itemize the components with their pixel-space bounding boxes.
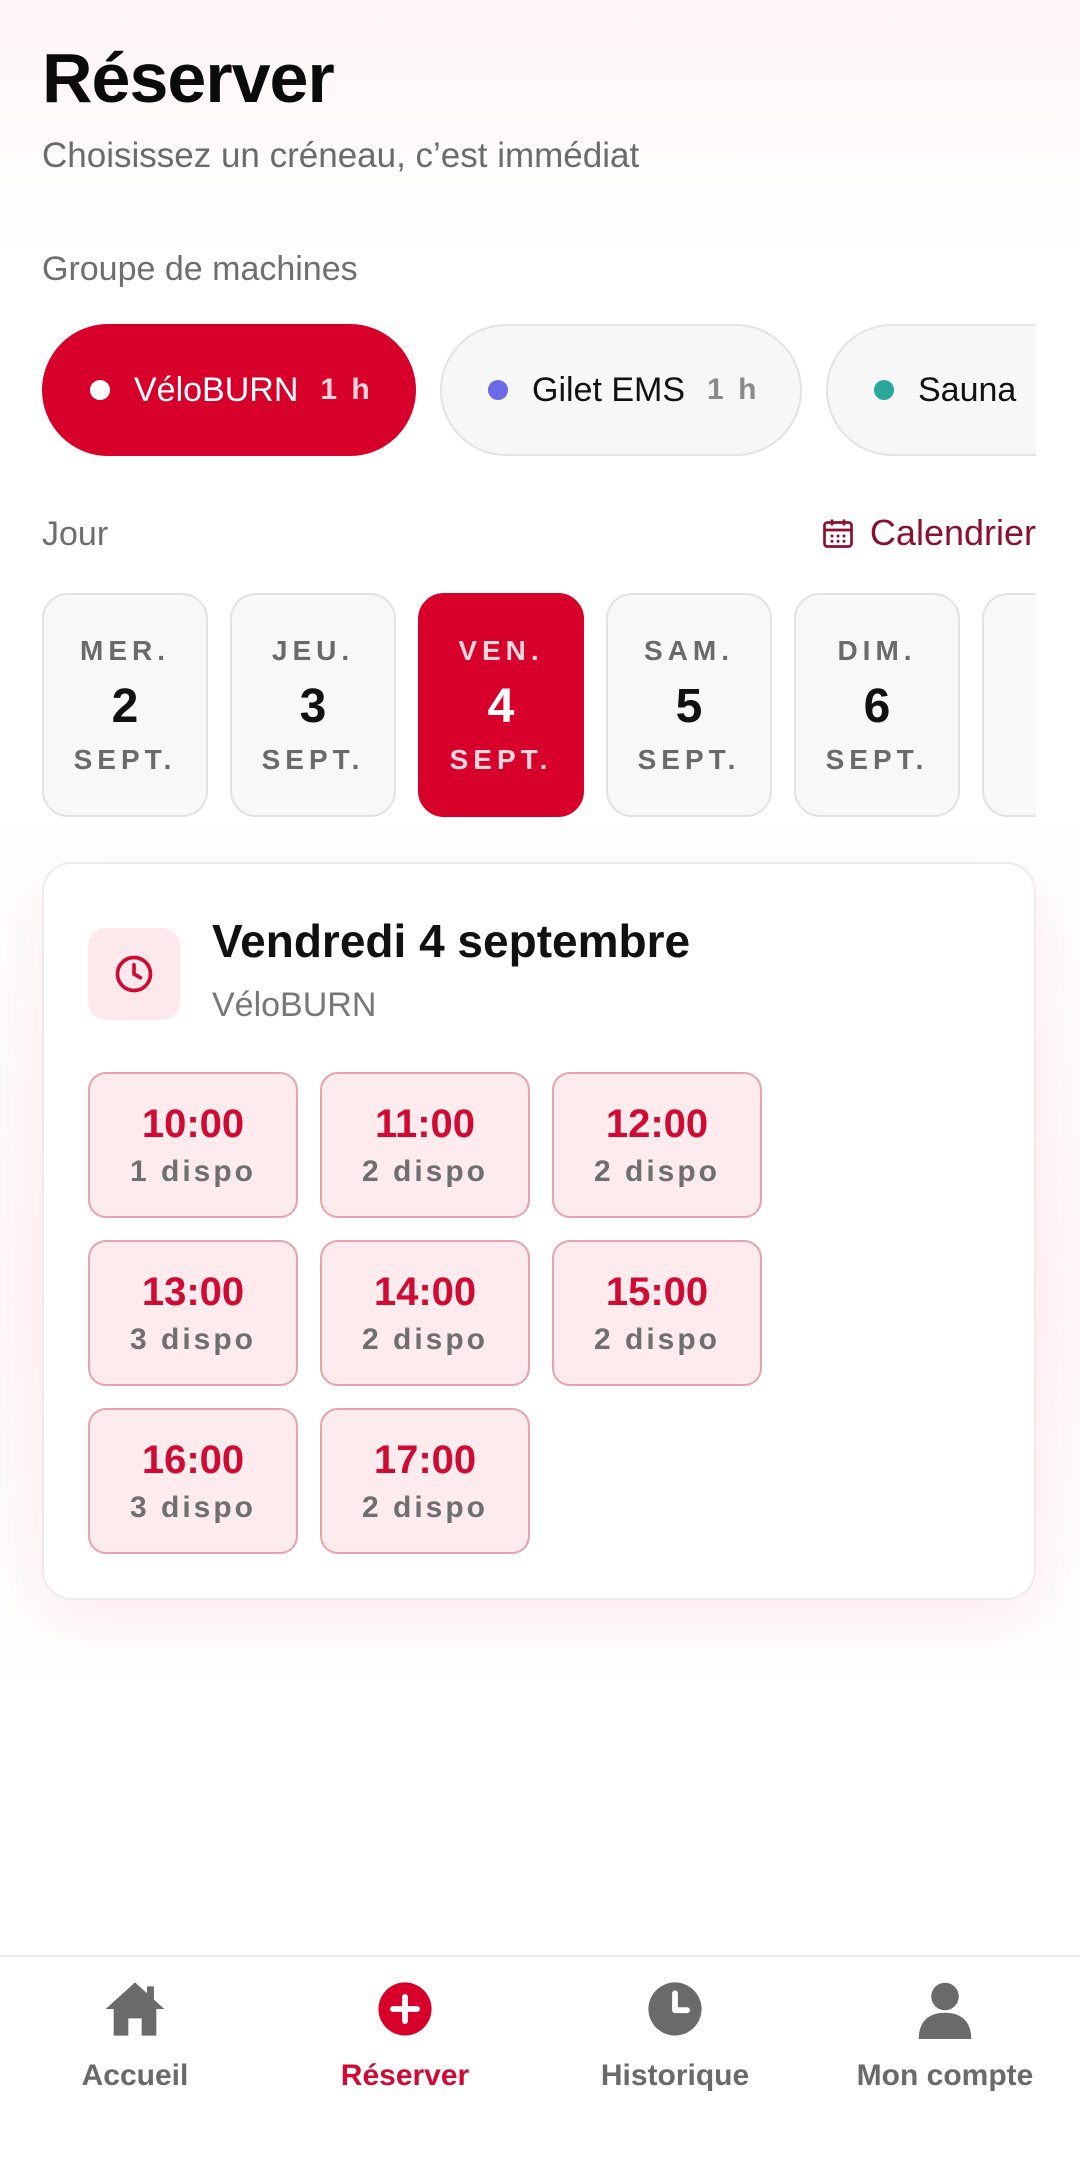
day-selector: MER. 2 SEPT. JEU. 3 SEPT. VEN. 4 SEPT. S… [42, 593, 1036, 817]
page-subtitle: Choisissez un créneau, c’est immédiat [42, 136, 640, 175]
day-label: Jour [42, 515, 109, 553]
day-month: SEPT. [637, 743, 741, 775]
day-num: 5 [675, 679, 703, 733]
day-dow: JEU. [271, 634, 355, 666]
nav-reserver[interactable]: Réserver [270, 1977, 540, 2093]
nav-label: Mon compte [856, 2059, 1034, 2092]
slot-time: 17:00 [373, 1437, 477, 1482]
slot-availability: 2 dispo [361, 1154, 488, 1188]
day-num: 2 [111, 679, 139, 733]
day-dow: VEN. [458, 634, 544, 666]
slot-time: 12:00 [605, 1101, 709, 1146]
day-thu-3[interactable]: JEU. 3 SEPT. [230, 593, 396, 817]
machines-label: Groupe de machines [42, 250, 358, 288]
card-subtitle: VéloBURN [212, 986, 377, 1024]
slot-button[interactable]: 13:00 3 dispo [88, 1240, 298, 1386]
page: Réserver Choisissez un créneau, c’est im… [0, 0, 1080, 2163]
slot-availability: 1 dispo [129, 1154, 256, 1188]
nav-accueil[interactable]: Accueil [0, 1977, 270, 2093]
slot-availability: 2 dispo [593, 1322, 720, 1356]
chip-veloburn[interactable]: VéloBURN 1 h [42, 324, 416, 456]
bottom-nav: Accueil Réserver Historique Mon compte [0, 1955, 1080, 2163]
slot-button[interactable]: 15:00 2 dispo [552, 1240, 762, 1386]
slot-availability: 2 dispo [361, 1490, 488, 1524]
chip-duration: 1 h [707, 373, 760, 406]
slot-time: 15:00 [605, 1269, 709, 1314]
day-month: SEPT. [261, 743, 365, 775]
day-mon-7[interactable]: L S [982, 593, 1036, 817]
nav-label: Accueil [81, 2059, 189, 2092]
day-month: SEPT. [73, 743, 177, 775]
dot-icon [874, 380, 894, 400]
card-title: Vendredi 4 septembre [212, 915, 691, 967]
slot-button[interactable]: 10:00 1 dispo [88, 1072, 298, 1218]
day-num: 3 [299, 679, 327, 733]
dot-icon [90, 380, 110, 400]
clock-icon [643, 1977, 707, 2041]
machine-chips: VéloBURN 1 h Gilet EMS 1 h Sauna [42, 324, 1036, 456]
day-month: SEPT. [825, 743, 929, 775]
day-dow: DIM. [837, 634, 917, 666]
day-sun-6[interactable]: DIM. 6 SEPT. [794, 593, 960, 817]
chip-label: Sauna [918, 370, 1017, 409]
day-num: 6 [863, 679, 891, 733]
calendar-icon [823, 519, 853, 548]
chip-sauna[interactable]: Sauna [826, 324, 1036, 456]
slot-availability: 2 dispo [593, 1154, 720, 1188]
dot-icon [488, 380, 508, 400]
nav-mon-compte[interactable]: Mon compte [810, 1977, 1080, 2093]
nav-label: Réserver [340, 2059, 470, 2092]
slot-button[interactable]: 12:00 2 dispo [552, 1072, 762, 1218]
calendar-link-label: Calendrier [869, 512, 1036, 553]
slot-time: 14:00 [373, 1269, 477, 1314]
slot-button[interactable]: 14:00 2 dispo [320, 1240, 530, 1386]
slot-button[interactable]: 17:00 2 dispo [320, 1408, 530, 1554]
plus-circle-icon [373, 1977, 437, 2041]
chip-gilet-ems[interactable]: Gilet EMS 1 h [440, 324, 802, 456]
day-sat-5[interactable]: SAM. 5 SEPT. [606, 593, 772, 817]
slot-time: 10:00 [141, 1101, 245, 1146]
day-dow: MER. [80, 634, 170, 666]
slot-time: 16:00 [141, 1437, 245, 1482]
slot-time: 11:00 [374, 1101, 476, 1146]
day-month: SEPT. [449, 743, 553, 775]
chip-label: VéloBURN [134, 370, 299, 409]
person-icon [913, 1977, 977, 2041]
slot-button[interactable]: 16:00 3 dispo [88, 1408, 298, 1554]
nav-historique[interactable]: Historique [540, 1977, 810, 2093]
clock-icon [115, 955, 153, 993]
slot-availability: 2 dispo [361, 1322, 488, 1356]
slot-time: 13:00 [141, 1269, 245, 1314]
day-dow: SAM. [644, 634, 734, 666]
slot-button[interactable]: 11:00 2 dispo [320, 1072, 530, 1218]
home-icon [103, 1977, 167, 2041]
day-fri-4[interactable]: VEN. 4 SEPT. [418, 593, 584, 817]
chip-label: Gilet EMS [532, 370, 686, 409]
slot-availability: 3 dispo [129, 1490, 256, 1524]
calendar-link[interactable]: Calendrier [820, 512, 1036, 554]
slot-availability: 3 dispo [129, 1322, 256, 1356]
card-icon-box [88, 928, 180, 1020]
day-num: 4 [487, 679, 515, 733]
day-wed-2[interactable]: MER. 2 SEPT. [42, 593, 208, 817]
slots-card: Vendredi 4 septembre VéloBURN 10:00 1 di… [42, 862, 1036, 1600]
nav-label: Historique [600, 2059, 750, 2092]
page-title: Réserver [42, 39, 335, 117]
chip-duration: 1 h [320, 373, 373, 406]
